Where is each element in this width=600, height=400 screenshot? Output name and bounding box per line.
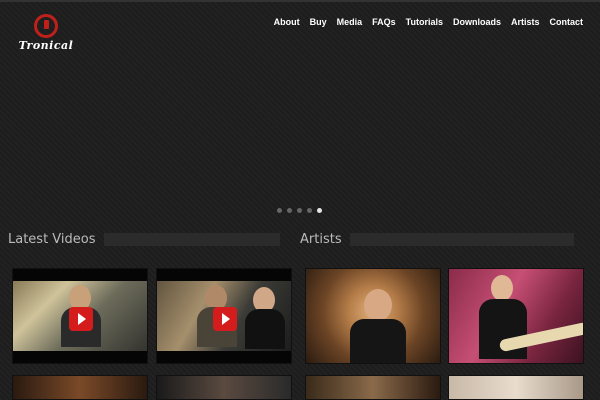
heading-divider	[349, 233, 574, 246]
nav-faqs[interactable]: FAQs	[372, 17, 396, 27]
letterbox	[157, 269, 291, 281]
video-thumbnail-2[interactable]	[156, 268, 292, 364]
nav-buy[interactable]: Buy	[310, 17, 327, 27]
nav-tutorials[interactable]: Tutorials	[406, 17, 443, 27]
artist-thumbnail-1[interactable]	[305, 268, 441, 364]
slider-dot-1[interactable]	[277, 208, 282, 213]
slider-dot-3[interactable]	[297, 208, 302, 213]
heading-divider	[103, 233, 280, 246]
person-head	[364, 289, 392, 321]
video-thumbnail-1[interactable]	[12, 268, 148, 364]
logo-text: Tronical	[18, 39, 74, 52]
person-torso	[350, 319, 406, 363]
slider-dot-4[interactable]	[307, 208, 312, 213]
top-border	[0, 0, 600, 2]
nav-media[interactable]: Media	[337, 17, 363, 27]
letterbox	[13, 351, 147, 363]
site-logo[interactable]: Tronical	[14, 14, 78, 54]
nav-artists[interactable]: Artists	[511, 17, 540, 27]
nav-downloads[interactable]: Downloads	[453, 17, 501, 27]
play-icon[interactable]	[69, 307, 93, 331]
artists-title: Artists	[300, 232, 342, 247]
main-nav: About Buy Media FAQs Tutorials Downloads…	[264, 17, 583, 27]
latest-videos-title: Latest Videos	[8, 232, 96, 247]
slider-dot-5[interactable]	[317, 208, 322, 213]
slider-dots	[277, 208, 327, 213]
nav-about[interactable]: About	[274, 17, 300, 27]
artist-thumbnail-3[interactable]	[305, 375, 441, 400]
slider-dot-2[interactable]	[287, 208, 292, 213]
hero-slider	[0, 60, 600, 220]
play-icon[interactable]	[213, 307, 237, 331]
artist-thumbnail-4[interactable]	[448, 375, 584, 400]
tronical-logo-icon	[34, 14, 58, 38]
letterbox	[157, 351, 291, 363]
letterbox	[13, 269, 147, 281]
latest-videos-heading: Latest Videos	[8, 232, 280, 247]
person-head	[491, 275, 513, 301]
person-torso	[245, 309, 285, 349]
video-thumbnail-4[interactable]	[156, 375, 292, 400]
artists-heading: Artists	[300, 232, 574, 247]
video-thumbnail-3[interactable]	[12, 375, 148, 400]
artist-thumbnail-2[interactable]	[448, 268, 584, 364]
nav-contact[interactable]: Contact	[550, 17, 584, 27]
